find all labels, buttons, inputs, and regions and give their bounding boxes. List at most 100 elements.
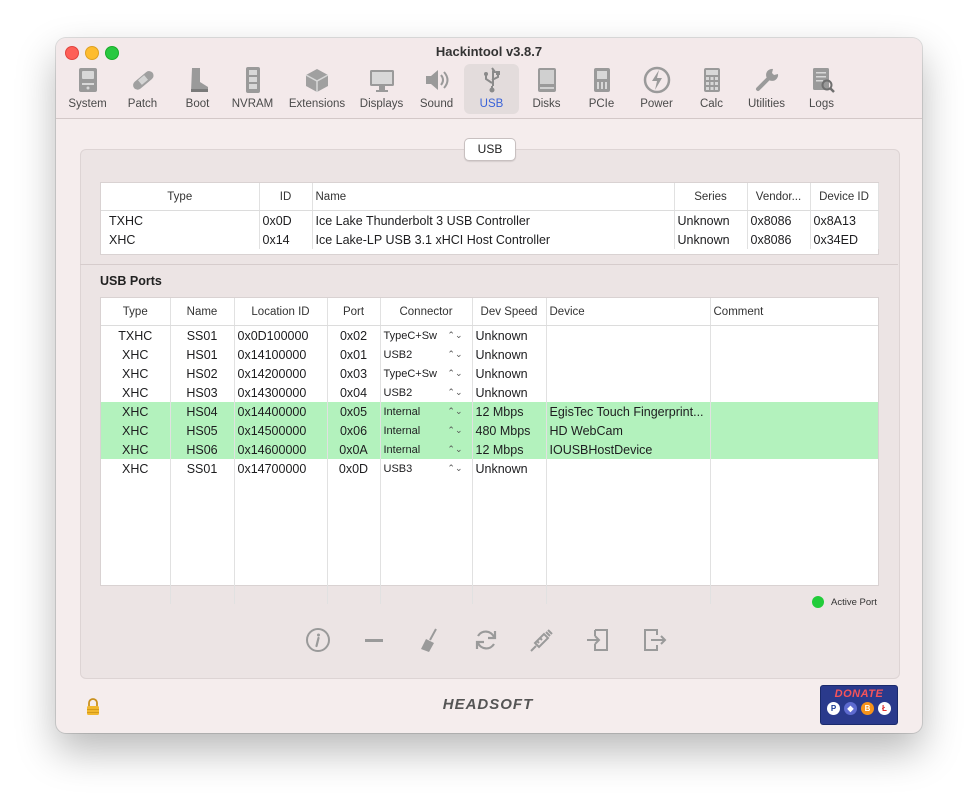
cell-id: 0x14 <box>259 230 313 249</box>
cell-name: HS02 <box>170 364 235 383</box>
cell-dev-speed: Unknown <box>472 459 547 478</box>
col-header-comment[interactable]: Comment <box>710 298 878 326</box>
chevron-updown-icon: ⌃⌄ <box>447 330 463 340</box>
col-header-location-id[interactable]: Location ID <box>234 298 328 326</box>
usb-tab[interactable]: USB <box>464 138 516 161</box>
toolbar-boot[interactable]: Boot <box>170 64 225 114</box>
cell-name: SS01 <box>170 325 235 345</box>
remove-button[interactable] <box>360 626 388 654</box>
table-empty-space <box>101 478 878 604</box>
col-header-device[interactable]: Device <box>546 298 711 326</box>
disks-icon <box>537 68 556 92</box>
table-row-active[interactable]: XHC HS05 0x14500000 0x06 Internal ⌃⌄ 480 … <box>101 421 878 440</box>
cell-comment[interactable] <box>710 459 878 478</box>
extensions-icon <box>305 69 329 92</box>
legend-label: Active Port <box>831 596 877 608</box>
connector-select[interactable]: Internal ⌃⌄ <box>380 421 473 440</box>
boot-icon <box>190 68 208 92</box>
cell-comment[interactable] <box>710 421 878 440</box>
toolbar-nvram[interactable]: NVRAM <box>225 64 280 114</box>
import-button[interactable] <box>584 626 612 654</box>
usb-ports-table: Type Name Location ID Port Connector Dev… <box>100 297 879 604</box>
syringe-icon <box>530 629 553 652</box>
toolbar-calc[interactable]: Calc <box>684 64 739 114</box>
toolbar-label: Patch <box>127 98 158 110</box>
toolbar-patch[interactable]: Patch <box>115 64 170 114</box>
toolbar-system[interactable]: System <box>60 64 115 114</box>
col-header-vendor[interactable]: Vendor... <box>747 183 811 211</box>
cell-comment[interactable] <box>710 345 878 364</box>
usb-ports-title: USB Ports <box>100 274 162 288</box>
toolbar-utilities[interactable]: Utilities <box>739 64 794 114</box>
cell-comment[interactable] <box>710 326 878 346</box>
connector-select[interactable]: USB2 ⌃⌄ <box>380 383 473 402</box>
toolbar-extensions[interactable]: Extensions <box>280 64 354 114</box>
table-row[interactable]: XHC 0x14 Ice Lake-LP USB 3.1 xHCI Host C… <box>101 230 879 249</box>
cell-location-id: 0x14100000 <box>234 345 328 364</box>
connector-select[interactable]: TypeC+Sw ⌃⌄ <box>380 325 473 345</box>
col-header-port[interactable]: Port <box>327 298 381 326</box>
clear-button[interactable] <box>416 626 444 654</box>
connector-value: Internal <box>383 424 421 437</box>
toolbar-usb[interactable]: USB <box>464 64 519 114</box>
col-header-connector[interactable]: Connector <box>380 298 473 326</box>
cell-port: 0x0D <box>327 459 381 478</box>
cell-type: XHC <box>101 345 171 364</box>
connector-select[interactable]: USB2 ⌃⌄ <box>380 345 473 364</box>
table-row[interactable]: XHC HS03 0x14300000 0x04 USB2 ⌃⌄ Unknown <box>101 383 878 402</box>
col-header-type[interactable]: Type <box>101 183 260 211</box>
toolbar-disks[interactable]: Disks <box>519 64 574 114</box>
donate-button[interactable]: DONATE P ◆ B Ł <box>820 685 898 725</box>
inject-button[interactable] <box>528 626 556 654</box>
cell-series: Unknown <box>674 230 748 249</box>
toolbar-logs[interactable]: Logs <box>794 64 849 114</box>
cell-dev-speed: 12 Mbps <box>472 402 547 421</box>
connector-select[interactable]: USB3 ⌃⌄ <box>380 459 473 478</box>
export-button[interactable] <box>640 626 668 654</box>
cell-comment[interactable] <box>710 440 878 459</box>
table-row[interactable]: TXHC 0x0D Ice Lake Thunderbolt 3 USB Con… <box>101 210 879 230</box>
connector-value: Internal <box>383 443 421 456</box>
broom-icon <box>421 628 437 652</box>
toolbar-sound[interactable]: Sound <box>409 64 464 114</box>
toolbar-power[interactable]: Power <box>629 64 684 114</box>
col-header-device-id[interactable]: Device ID <box>810 183 879 211</box>
info-button[interactable] <box>304 626 332 654</box>
connector-select[interactable]: Internal ⌃⌄ <box>380 440 473 459</box>
table-row[interactable]: XHC HS02 0x14200000 0x03 TypeC+Sw ⌃⌄ Unkn… <box>101 364 878 383</box>
controllers-header-row: Type ID Name Series Vendor... Device ID <box>101 183 879 211</box>
toolbar-pcie[interactable]: PCIe <box>574 64 629 114</box>
donate-label: DONATE <box>834 688 884 700</box>
col-header-name[interactable]: Name <box>312 183 675 211</box>
cell-vendor: 0x8086 <box>747 210 811 230</box>
toolbar-displays[interactable]: Displays <box>354 64 409 114</box>
table-row[interactable]: TXHC SS01 0x0D100000 0x02 TypeC+Sw ⌃⌄ Unk… <box>101 325 878 346</box>
connector-select[interactable]: TypeC+Sw ⌃⌄ <box>380 364 473 383</box>
col-header-name[interactable]: Name <box>170 298 235 326</box>
usb-icon <box>483 67 500 93</box>
table-row[interactable]: XHC SS01 0x14700000 0x0D USB3 ⌃⌄ Unknown <box>101 459 878 478</box>
col-header-type[interactable]: Type <box>101 298 171 326</box>
cell-type: XHC <box>101 459 171 478</box>
chevron-updown-icon: ⌃⌄ <box>447 425 463 435</box>
col-header-id[interactable]: ID <box>259 183 313 211</box>
table-row-active[interactable]: XHC HS06 0x14600000 0x0A Internal ⌃⌄ 12 M… <box>101 440 878 459</box>
cell-comment[interactable] <box>710 364 878 383</box>
connector-select[interactable]: Internal ⌃⌄ <box>380 402 473 421</box>
refresh-button[interactable] <box>472 626 500 654</box>
col-header-series[interactable]: Series <box>674 183 748 211</box>
cell-device <box>546 345 711 364</box>
table-row[interactable]: XHC HS01 0x14100000 0x01 USB2 ⌃⌄ Unknown <box>101 345 878 364</box>
cell-port: 0x01 <box>327 345 381 364</box>
lock-icon[interactable] <box>84 698 102 716</box>
cell-comment[interactable] <box>710 383 878 402</box>
nvram-icon <box>245 67 260 93</box>
chevron-updown-icon: ⌃⌄ <box>447 349 463 359</box>
toolbar-label: Boot <box>185 98 210 110</box>
cell-comment[interactable] <box>710 402 878 421</box>
table-row-active[interactable]: XHC HS04 0x14400000 0x05 Internal ⌃⌄ 12 M… <box>101 402 878 421</box>
info-icon <box>306 628 330 652</box>
col-header-dev-speed[interactable]: Dev Speed <box>472 298 547 326</box>
power-icon <box>643 66 670 94</box>
cell-device <box>546 383 711 402</box>
